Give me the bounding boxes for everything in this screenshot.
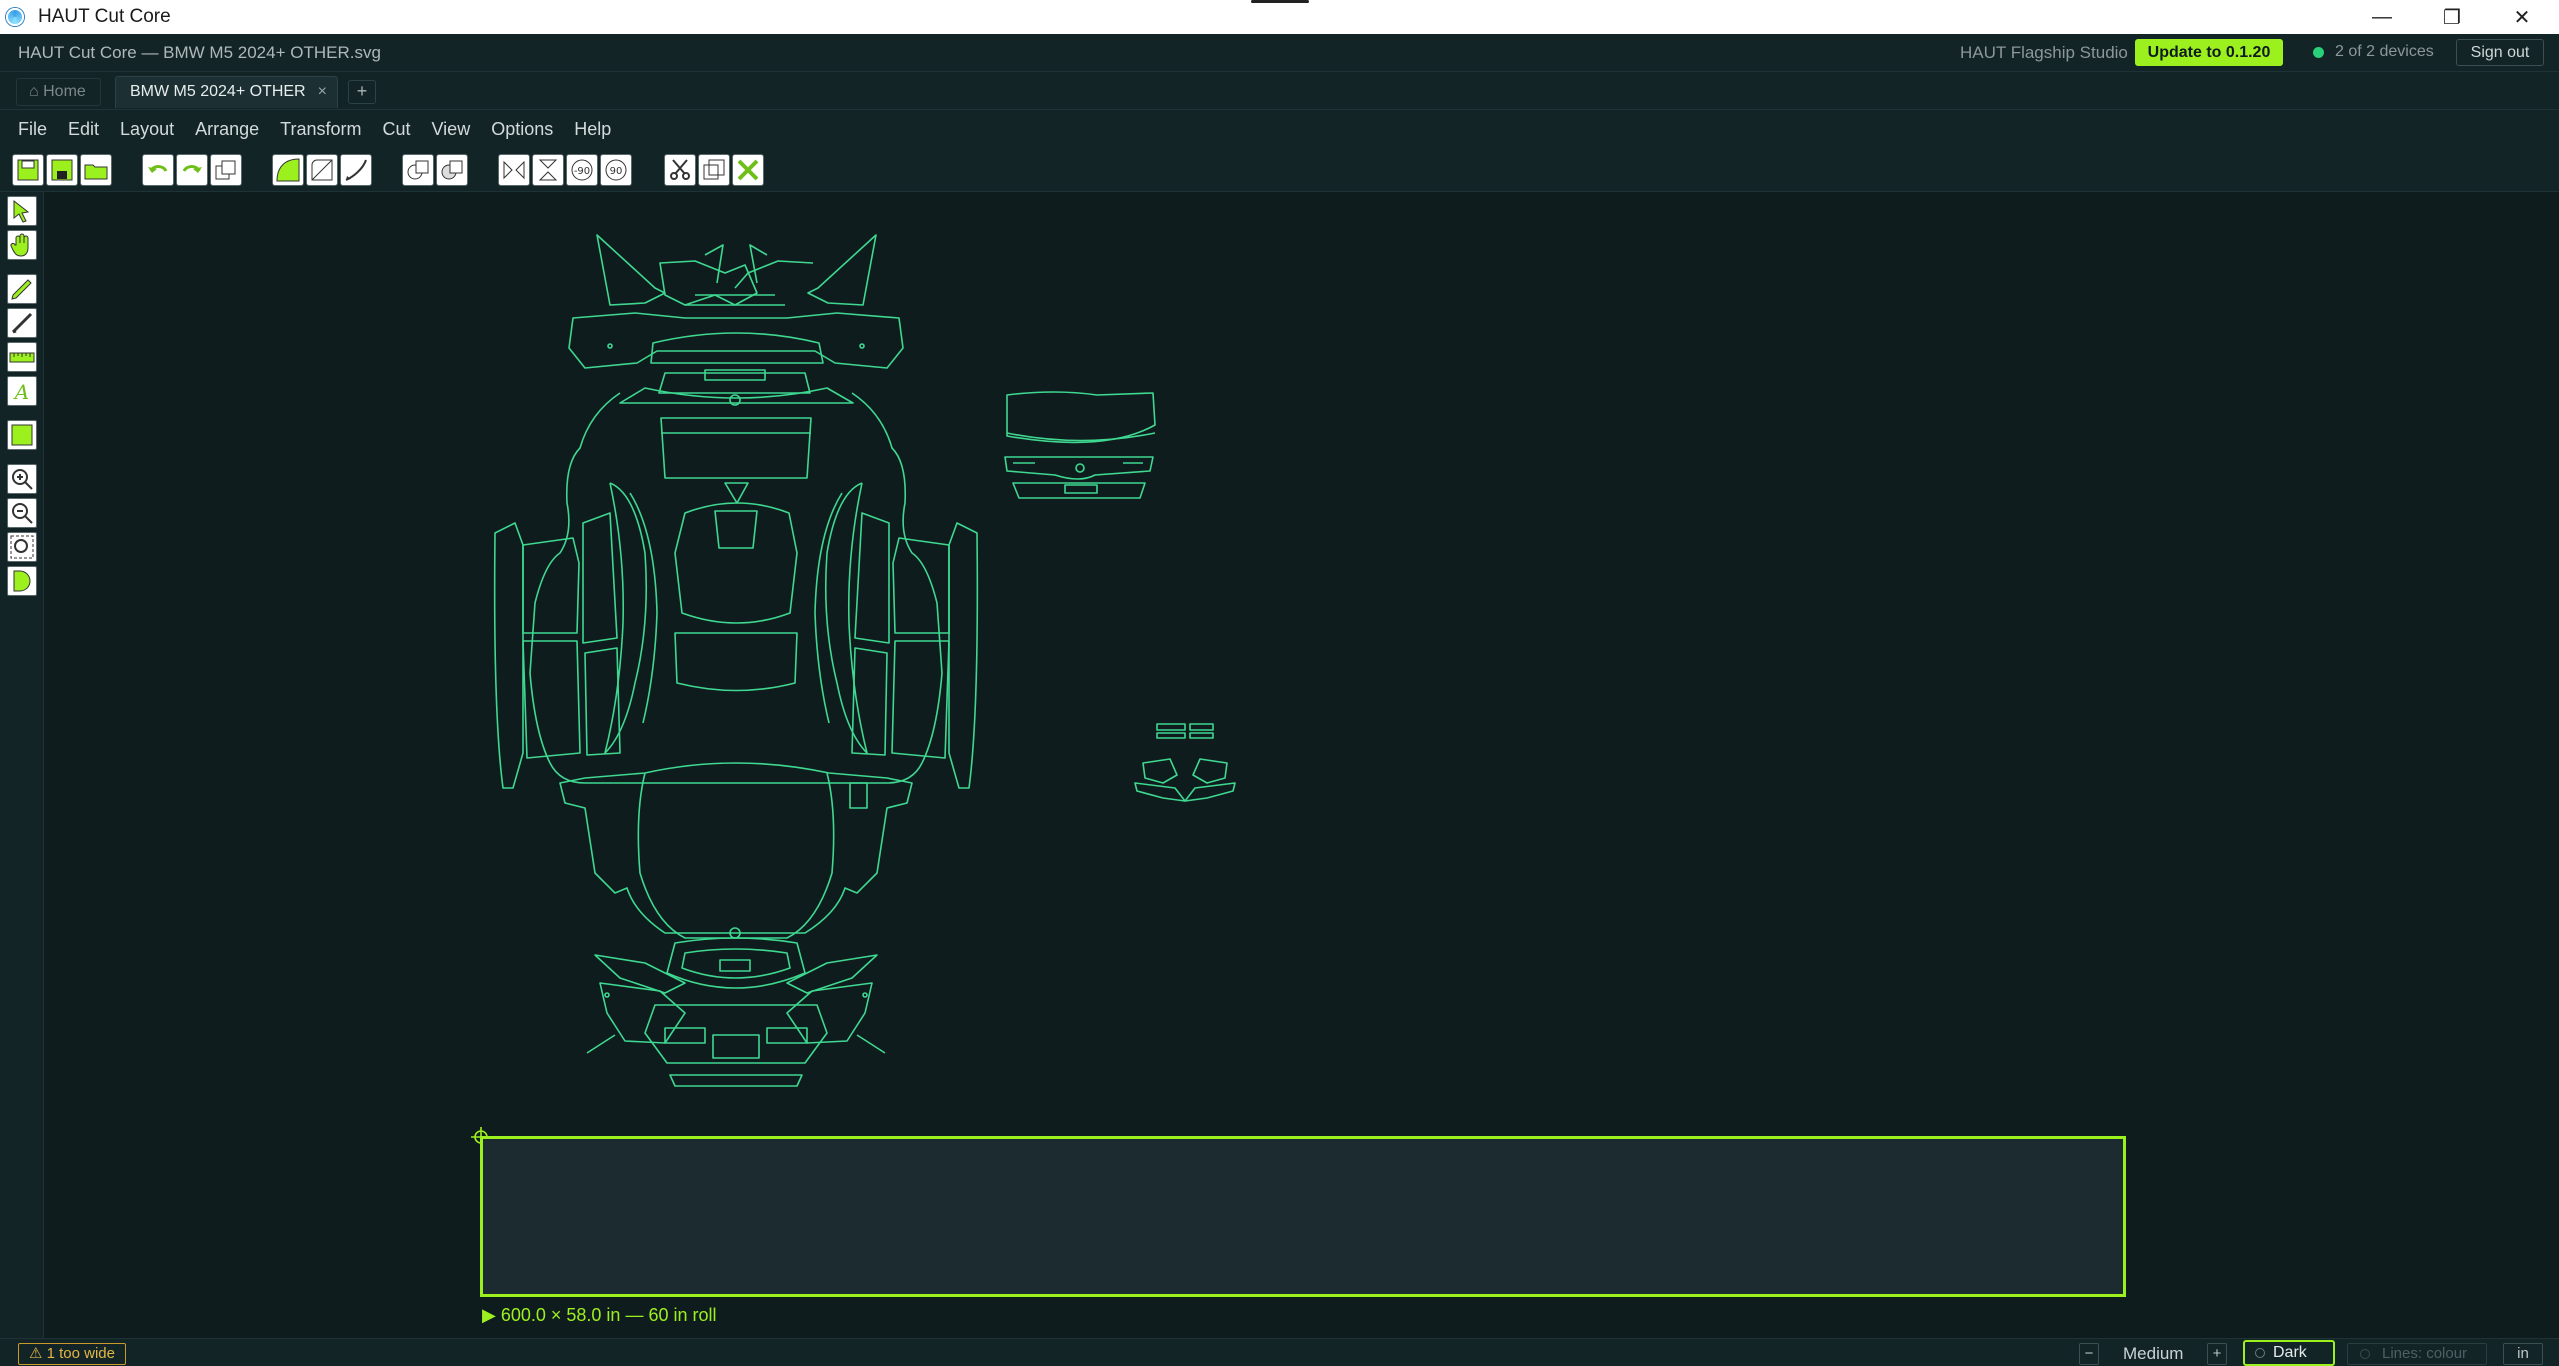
design-canvas[interactable]: ▶ 600.0 × 58.0 in — 60 in roll <box>45 193 2559 1338</box>
pattern-piece[interactable] <box>666 937 806 989</box>
update-button[interactable]: Update to 0.1.20 <box>2135 39 2283 66</box>
duplicate-icon[interactable] <box>210 154 242 186</box>
snap-handle[interactable] <box>1251 0 1309 3</box>
pattern-piece[interactable] <box>596 234 666 306</box>
zoom-in-icon[interactable] <box>7 464 37 494</box>
ruler-icon[interactable] <box>7 342 37 372</box>
document-tabs: ⌂ Home BMW M5 2024+ OTHER × + <box>0 72 2559 110</box>
rotate-left-icon[interactable]: -90 <box>566 154 598 186</box>
open-folder-icon[interactable] <box>80 154 112 186</box>
weld-icon[interactable] <box>402 154 434 186</box>
text-tool-icon[interactable]: A <box>7 376 37 406</box>
document-title: HAUT Cut Core — BMW M5 2024+ OTHER.svg <box>18 43 381 62</box>
menu-layout[interactable]: Layout <box>120 119 174 140</box>
menu-edit[interactable]: Edit <box>68 119 99 140</box>
pan-hand-icon[interactable] <box>7 230 37 260</box>
subtract-icon[interactable] <box>436 154 468 186</box>
radio-dot-icon <box>2255 1348 2265 1358</box>
curve-tool-icon[interactable] <box>272 154 304 186</box>
pattern-piece[interactable] <box>892 537 950 634</box>
pattern-piece[interactable] <box>522 537 580 634</box>
rotate-right-icon[interactable]: 90 <box>600 154 632 186</box>
zoom-out-icon[interactable] <box>7 498 37 528</box>
arc-tool-icon[interactable] <box>340 154 372 186</box>
pattern-piece[interactable] <box>660 417 812 479</box>
pattern-piece[interactable] <box>559 762 913 934</box>
main-toolbar: -90 90 <box>0 148 2559 192</box>
lines-label: Lines: colour <box>2382 1345 2468 1362</box>
shape-corner-icon[interactable] <box>306 154 338 186</box>
menu-options[interactable]: Options <box>491 119 553 140</box>
minimize-icon[interactable]: — <box>2352 0 2412 34</box>
rotate-right-label: 90 <box>610 166 623 177</box>
knife-icon[interactable] <box>7 308 37 338</box>
flip-vertical-icon[interactable] <box>532 154 564 186</box>
redo-icon[interactable] <box>176 154 208 186</box>
undo-icon[interactable] <box>142 154 174 186</box>
studio-name: HAUT Flagship Studio <box>1960 43 2128 62</box>
zoom-fit-icon[interactable] <box>7 532 37 562</box>
pattern-piece[interactable] <box>786 982 873 1044</box>
roll-dimensions-label: ▶ 600.0 × 58.0 in — 60 in roll <box>482 1305 717 1325</box>
restore-icon[interactable]: ❐ <box>2422 0 2482 34</box>
pattern-piece[interactable] <box>659 260 758 306</box>
material-roll[interactable] <box>480 1136 2126 1297</box>
menu-bar: File Edit Layout Arrange Transform Cut V… <box>0 110 2559 148</box>
new-file-icon[interactable] <box>12 154 44 186</box>
quality-level: Medium <box>2123 1344 2184 1363</box>
device-count: 2 of 2 devices <box>2335 43 2434 60</box>
menu-cut[interactable]: Cut <box>382 119 410 140</box>
menu-arrange[interactable]: Arrange <box>195 119 259 140</box>
pattern-piece[interactable] <box>599 982 686 1044</box>
pattern-piece[interactable] <box>1192 758 1228 784</box>
window-title-bar: HAUT Cut Core — ❐ ✕ <box>0 0 2559 34</box>
draw-pen-icon[interactable] <box>7 274 37 304</box>
cut-scissors-icon[interactable] <box>664 154 696 186</box>
lines-colour-toggle[interactable]: Lines: colour <box>2347 1343 2487 1365</box>
tab-home[interactable]: ⌂ Home <box>16 78 101 106</box>
svg-text:A: A <box>13 380 29 404</box>
window-title: HAUT Cut Core <box>38 6 171 27</box>
rectangle-tool-icon[interactable] <box>7 420 37 450</box>
tab-active-document[interactable]: BMW M5 2024+ OTHER × <box>115 76 338 108</box>
rotate-left-label: -90 <box>574 166 590 177</box>
flip-horizontal-icon[interactable] <box>498 154 530 186</box>
pattern-piece[interactable] <box>529 392 943 784</box>
theme-dark-toggle[interactable]: Dark <box>2243 1340 2335 1366</box>
menu-file[interactable]: File <box>18 119 47 140</box>
node-edit-icon[interactable] <box>7 566 37 596</box>
new-tab-button[interactable]: + <box>348 80 376 104</box>
pattern-piece[interactable] <box>1006 391 1156 444</box>
device-status-dot <box>2313 47 2324 58</box>
menu-transform[interactable]: Transform <box>280 119 361 140</box>
close-window-icon[interactable]: ✕ <box>2492 0 2552 34</box>
delete-icon[interactable] <box>732 154 764 186</box>
units-button[interactable]: in <box>2503 1343 2543 1365</box>
save-icon[interactable] <box>46 154 78 186</box>
app-header: HAUT Cut Core — BMW M5 2024+ OTHER.svg H… <box>0 34 2559 72</box>
menu-help[interactable]: Help <box>574 119 611 140</box>
tab-close-icon[interactable]: × <box>318 77 327 107</box>
status-bar: ⚠ 1 too wide − Medium + Dark Lines: colo… <box>0 1338 2559 1366</box>
offset-icon[interactable] <box>698 154 730 186</box>
pattern-piece[interactable] <box>807 234 877 306</box>
theme-label: Dark <box>2273 1344 2307 1361</box>
zoom-plus-button[interactable]: + <box>2207 1343 2227 1365</box>
zoom-minus-button[interactable]: − <box>2079 1343 2099 1365</box>
pattern-piece[interactable] <box>568 312 904 369</box>
app-logo-icon <box>6 8 24 26</box>
sign-out-button[interactable]: Sign out <box>2456 39 2544 66</box>
radio-dot-icon <box>2360 1349 2370 1359</box>
too-wide-warning[interactable]: ⚠ 1 too wide <box>18 1343 126 1365</box>
select-arrow-icon[interactable] <box>7 196 37 226</box>
left-toolbar: A <box>0 192 44 1338</box>
pattern-piece[interactable] <box>1142 758 1178 784</box>
menu-view[interactable]: View <box>432 119 471 140</box>
tab-label: BMW M5 2024+ OTHER <box>130 83 306 100</box>
